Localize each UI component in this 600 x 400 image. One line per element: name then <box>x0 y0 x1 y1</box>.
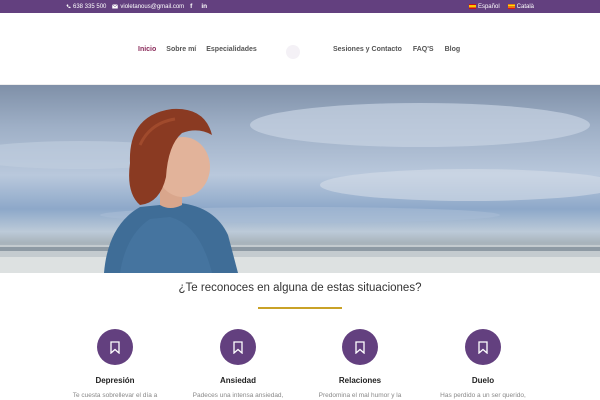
bookmark-icon <box>110 340 120 354</box>
site-logo[interactable] <box>286 45 300 59</box>
nav-item-blog[interactable]: Blog <box>445 46 461 53</box>
card-title: Duelo <box>471 376 495 385</box>
card-description: Has perdido a un ser querido, <box>440 392 526 399</box>
bookmark-icon <box>355 340 365 354</box>
hero-photo <box>0 103 600 273</box>
main-nav-left: Inicio Sobre mí Especialidades <box>138 13 267 85</box>
card-icon-circle <box>342 329 378 365</box>
nav-item-sesiones[interactable]: Sesiones y Contacto <box>333 46 402 53</box>
main-nav-right: Sesiones y Contacto FAQ'S Blog <box>333 13 471 85</box>
card-depresion[interactable]: Depresión Te cuesta sobrellevar el día a <box>60 329 170 399</box>
card-title: Relaciones <box>338 376 382 385</box>
facebook-icon[interactable]: f <box>190 3 192 10</box>
bookmark-icon <box>478 340 488 354</box>
email-address: violetanous@gmail.com <box>120 3 185 10</box>
site-header: Inicio Sobre mí Especialidades Sesiones … <box>0 13 600 85</box>
linkedin-icon[interactable]: in <box>201 3 207 10</box>
lang-ca-label: Català <box>516 3 534 10</box>
card-icon-circle <box>97 329 133 365</box>
lang-ca[interactable]: Català <box>507 3 534 10</box>
lang-es-label: Español <box>477 3 500 10</box>
nav-item-faqs[interactable]: FAQ'S <box>413 46 434 53</box>
language-switcher: Español Català <box>461 0 534 13</box>
envelope-icon <box>112 4 119 9</box>
section-divider <box>258 307 342 309</box>
card-description: Te cuesta sobrellevar el día a <box>72 392 158 399</box>
top-bar: 638 335 500 violetanous@gmail.com f in E… <box>0 0 600 13</box>
contact-info: 638 335 500 violetanous@gmail.com f in <box>66 0 216 13</box>
phone-link[interactable]: 638 335 500 <box>66 4 106 10</box>
bookmark-icon <box>233 340 243 354</box>
card-description: Padeces una intensa ansiedad, <box>192 392 284 399</box>
nav-item-especialidades[interactable]: Especialidades <box>206 46 257 53</box>
phone-number: 638 335 500 <box>73 3 107 10</box>
hero-image <box>0 85 600 273</box>
spain-flag-icon <box>468 4 476 9</box>
section-title: ¿Te reconoces en alguna de estas situaci… <box>178 282 422 294</box>
phone-icon <box>66 4 71 9</box>
card-description: Predomina el mal humor y la <box>318 392 402 399</box>
catalonia-flag-icon <box>507 4 515 9</box>
card-title: Depresión <box>95 376 135 385</box>
card-icon-circle <box>220 329 256 365</box>
email-link[interactable]: violetanous@gmail.com <box>112 4 184 10</box>
card-ansiedad[interactable]: Ansiedad Padeces una intensa ansiedad, <box>183 329 293 399</box>
card-duelo[interactable]: Duelo Has perdido a un ser querido, <box>428 329 538 399</box>
card-icon-circle <box>465 329 501 365</box>
nav-item-inicio[interactable]: Inicio <box>138 46 156 53</box>
nav-item-sobre-mi[interactable]: Sobre mí <box>166 46 196 53</box>
lang-es[interactable]: Español <box>468 3 500 10</box>
card-title: Ansiedad <box>219 376 256 385</box>
card-relaciones[interactable]: Relaciones Predomina el mal humor y la <box>305 329 415 399</box>
